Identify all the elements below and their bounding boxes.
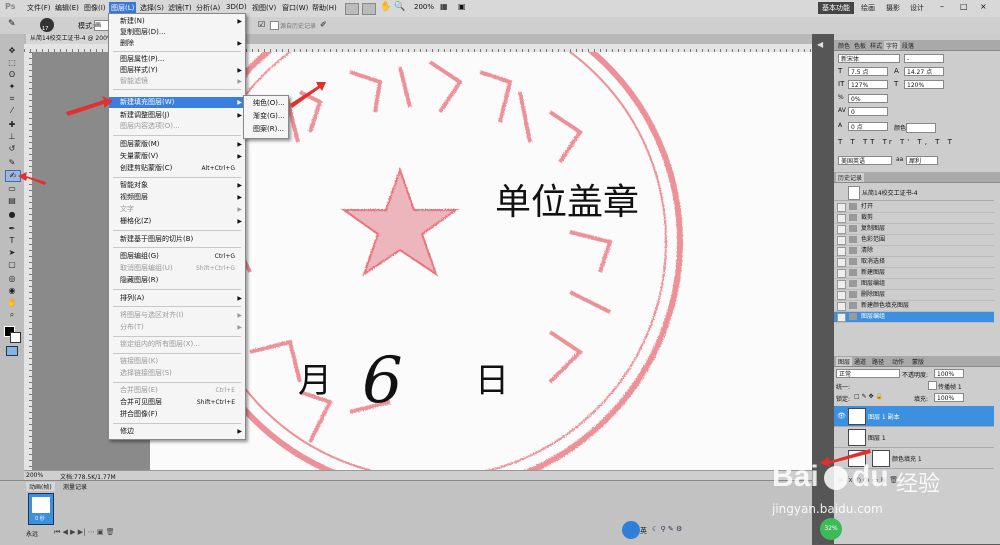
arrow-to-brush-tool [18, 172, 46, 185]
annotation-arrows [18, 82, 871, 467]
arrow-to-fill-layer [66, 96, 113, 116]
arrow-to-layer-row [820, 449, 871, 467]
arrow-to-solid-color [290, 82, 326, 108]
